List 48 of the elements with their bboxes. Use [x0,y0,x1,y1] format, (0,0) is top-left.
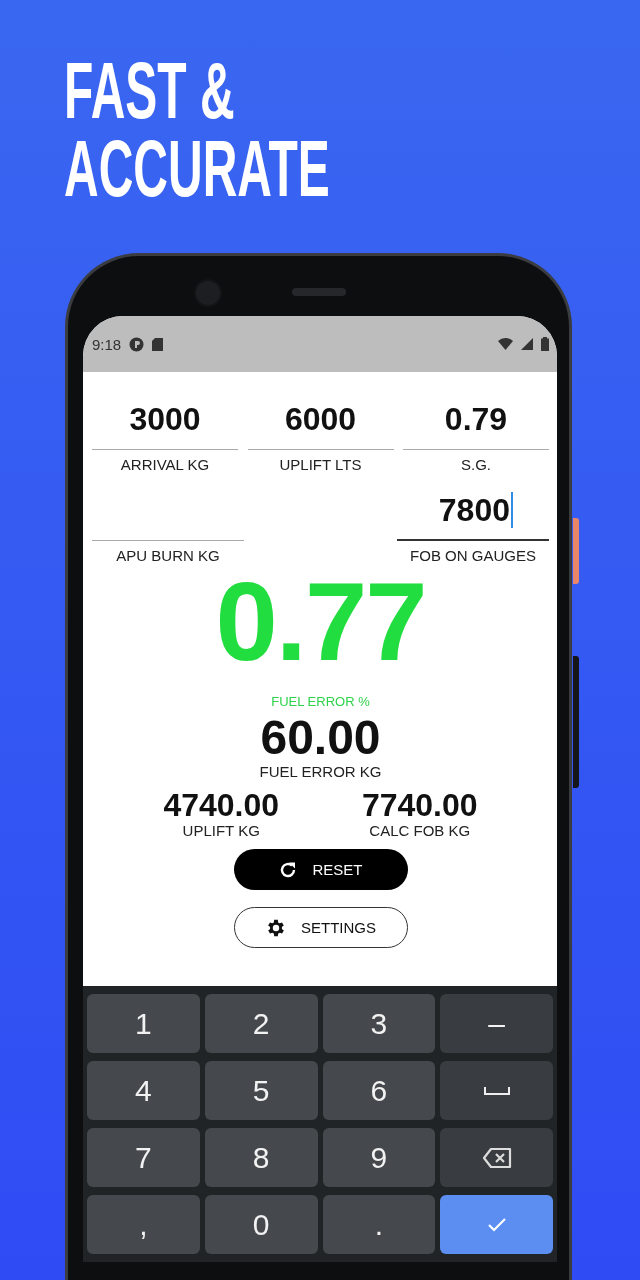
result-label: FUEL ERROR % [271,694,370,709]
keyboard-key[interactable]: . [322,1195,436,1254]
field-label: APU BURN KG [115,547,221,564]
status-time: 9:18 [92,335,122,353]
sd-card-icon [152,337,164,351]
space-icon [483,1086,510,1095]
field-label: UPLIFT LTS [278,456,363,473]
text-cursor [511,492,513,528]
keyboard-key[interactable]: – [440,994,553,1053]
input-field[interactable]: 3000 [92,390,238,450]
keyboard-key[interactable]: 2 [204,994,318,1053]
result-value: 4740.00 [163,788,280,822]
signal-icon [521,338,533,350]
keyboard-key[interactable]: 3 [322,994,436,1053]
keyboard-key[interactable]: 9 [322,1128,436,1187]
keyboard-key[interactable]: 7 [87,1128,200,1187]
result-label: FUEL ERROR KG [259,763,382,780]
field-label: FOB ON GAUGES [409,547,537,564]
keyboard-key[interactable]: 5 [204,1061,318,1120]
keyboard-key[interactable]: 4 [87,1061,200,1120]
app-icon [129,336,145,352]
backspace-icon [481,1146,512,1169]
input-field[interactable]: 6000 [247,390,394,450]
headline: ACCURATE [64,130,330,208]
done-key[interactable] [440,1195,553,1254]
input-field[interactable]: 0.79 [403,390,549,450]
settings-button[interactable]: SETTINGS [233,907,408,948]
keyboard-key[interactable]: 6 [322,1061,436,1120]
keyboard-key[interactable]: , [87,1195,200,1254]
result-label: CALC FOB KG [369,822,471,839]
space-key[interactable] [440,1061,553,1120]
fuel-error-percent: 0.77 [215,572,426,672]
headline: FAST & [64,52,235,130]
field-label: S.G. [460,456,492,473]
result-label: UPLIFT KG [182,822,260,839]
check-icon [486,1217,507,1232]
backspace-key[interactable] [440,1128,553,1187]
fuel-error-kg: 60.00 [260,713,381,763]
result-value: 7740.00 [361,788,478,822]
field-label: ARRIVAL KG [119,456,211,473]
reset-button[interactable]: RESET [233,849,408,890]
speaker-grille [292,288,346,296]
wifi-icon [498,338,513,350]
keyboard-key[interactable]: 0 [204,1195,318,1254]
keyboard-key[interactable]: 1 [87,994,200,1053]
battery-icon [541,337,549,351]
input-field[interactable]: 7800 [397,481,549,541]
keyboard-key[interactable]: 8 [204,1128,318,1187]
